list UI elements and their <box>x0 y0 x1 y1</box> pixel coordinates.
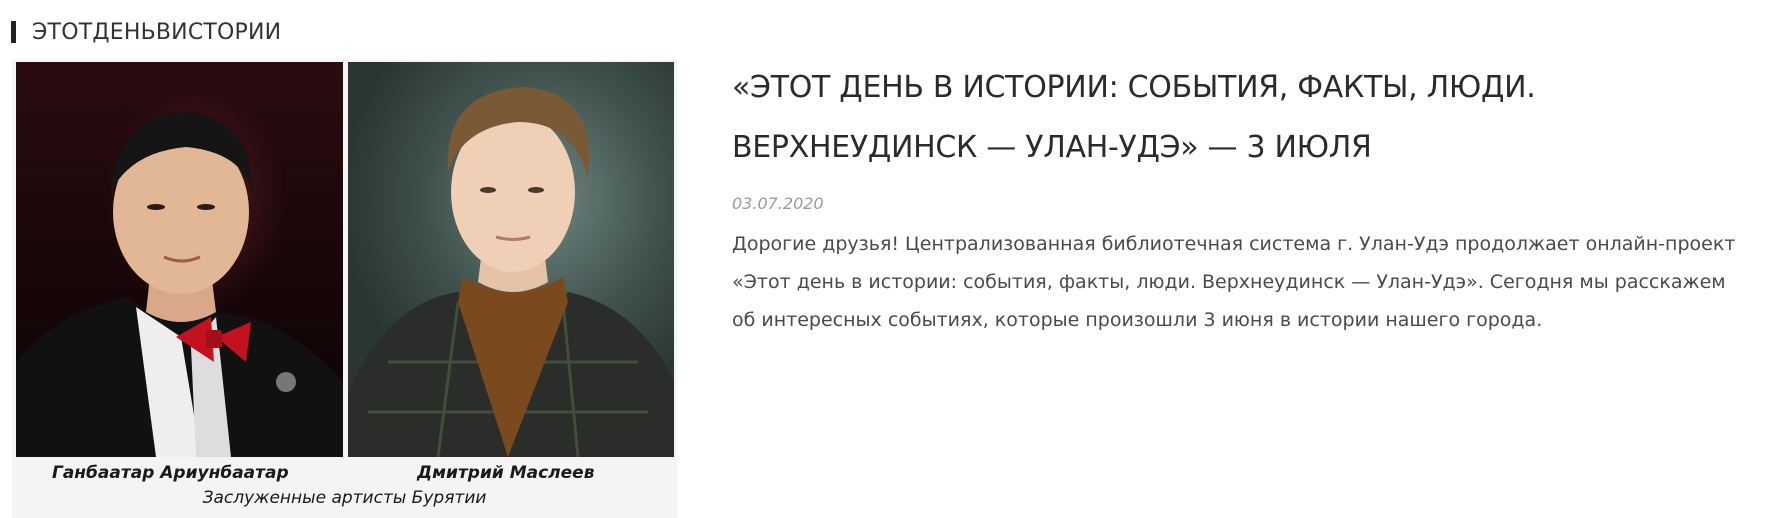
caption-name-right: Дмитрий Маслеев <box>417 463 595 483</box>
portrait-right <box>348 62 674 457</box>
article-date: 03.07.2020 <box>732 194 824 213</box>
image-caption-names: Ганбаатар Ариунбаатар Дмитрий Маслеев <box>12 463 677 485</box>
article-preview: «ЭТОТ ДЕНЬ В ИСТОРИИ: СОБЫТИЯ, ФАКТЫ, ЛЮ… <box>732 58 1762 339</box>
image-caption-subtitle: Заслуженные артисты Бурятии <box>202 488 487 508</box>
caption-name-left: Ганбаатар Ариунбаатар <box>52 463 289 483</box>
category-header: ЭТОТДЕНЬВИСТОРИИ <box>11 18 281 46</box>
portrait-left <box>16 62 343 457</box>
article-title-link[interactable]: «ЭТОТ ДЕНЬ В ИСТОРИИ: СОБЫТИЯ, ФАКТЫ, ЛЮ… <box>732 70 1536 165</box>
category-label[interactable]: ЭТОТДЕНЬВИСТОРИИ <box>32 20 281 45</box>
article-excerpt: Дорогие друзья! Централизованная библиот… <box>732 233 1736 331</box>
article-title: «ЭТОТ ДЕНЬ В ИСТОРИИ: СОБЫТИЯ, ФАКТЫ, ЛЮ… <box>732 58 1762 178</box>
category-marker <box>11 21 16 43</box>
article-image[interactable]: Ганбаатар Ариунбаатар Дмитрий Маслеев За… <box>12 60 677 518</box>
